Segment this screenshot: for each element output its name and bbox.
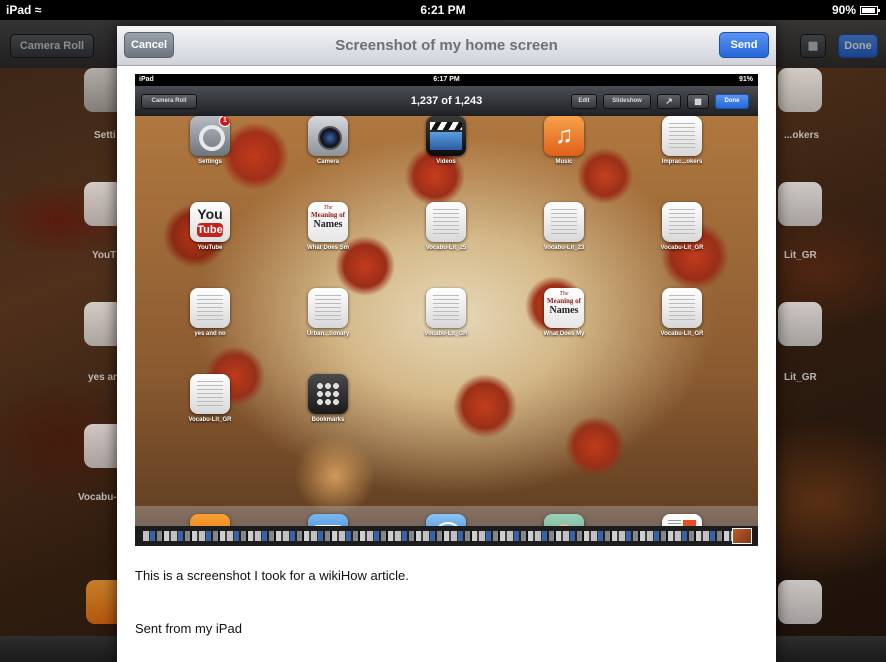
youtube-logo-tube: Tube <box>197 223 223 237</box>
send-button[interactable]: Send <box>719 32 769 58</box>
app-document: Vocabu-Lit_GR <box>423 288 469 337</box>
attachment-edit-button: Edit <box>571 94 597 109</box>
names-logo-line: Meaning of <box>310 211 346 219</box>
message-signature[interactable]: Sent from my iPad <box>135 621 242 636</box>
app-label: What Does My <box>543 331 585 337</box>
compose-subject-title: Screenshot of my home screen <box>335 37 558 54</box>
notification-badge: 1 <box>219 116 230 127</box>
document-icon <box>308 288 348 328</box>
app-label: yes and no <box>194 331 226 337</box>
attachment-done-button: Done <box>715 94 749 109</box>
app-videos: Videos <box>423 116 469 165</box>
document-icon <box>662 116 702 156</box>
attachment-battery: 91% <box>738 76 753 83</box>
app-label: Vocabu-Lit_GR <box>660 245 704 251</box>
app-document: Urban...tionary <box>305 288 351 337</box>
document-icon <box>544 202 584 242</box>
attached-screenshot[interactable]: iPad 6:17 PM 91% Camera Roll 1,237 of 1,… <box>135 74 758 546</box>
background-label: Lit_GR <box>784 250 817 261</box>
app-label: Camera <box>316 159 339 165</box>
youtube-logo-text: You <box>197 206 223 222</box>
attachment-share-icon: ↗ <box>657 94 681 109</box>
background-label: Vocabu- <box>78 492 117 503</box>
background-label: yes an <box>88 372 120 383</box>
background-label: Lit_GR <box>784 372 817 383</box>
app-document: Vocabu-Lit_23 <box>541 202 587 251</box>
youtube-icon: You Tube <box>190 202 230 242</box>
attachment-status-bar: iPad 6:17 PM 91% <box>135 74 758 86</box>
document-icon <box>662 202 702 242</box>
document-icon <box>190 288 230 328</box>
app-label: Vocabu-Lit_25 <box>425 245 467 251</box>
app-document: yes and no <box>187 288 233 337</box>
app-label: YouTube <box>197 245 223 251</box>
status-time: 6:21 PM <box>420 3 466 17</box>
battery-icon <box>860 5 880 15</box>
app-label: Vocabu-Lit_GR <box>424 331 468 337</box>
app-meaning-of-names: The Meaning of Names What Does Sm <box>305 202 351 251</box>
document-icon <box>426 202 466 242</box>
app-document: Vocabu-Lit_GR <box>659 202 705 251</box>
names-logo-line: Meaning of <box>546 297 582 305</box>
attachment-trash-icon: ▩ <box>687 94 709 109</box>
app-youtube: You Tube YouTube <box>187 202 233 251</box>
pizza-wallpaper: 1 Settings Camera Videos ♫ Music Imprac.… <box>135 116 758 546</box>
app-label: Vocabu-Lit_GR <box>188 417 232 423</box>
battery-percent: 90% <box>831 3 856 17</box>
attachment-filmstrip <box>135 526 758 546</box>
app-label: Videos <box>436 159 456 165</box>
app-label: Settings <box>198 159 222 165</box>
bookmarks-folder-icon <box>308 374 348 414</box>
app-label: Bookmarks <box>311 417 345 423</box>
app-camera: Camera <box>305 116 351 165</box>
background-document-icon <box>778 302 822 346</box>
app-document: Vocabu-Lit_25 <box>423 202 469 251</box>
app-document: Imprac...okers <box>659 116 705 165</box>
app-document: Vocabu-Lit_GR <box>187 374 233 423</box>
filmstrip-thumbnails <box>143 531 733 541</box>
compose-nav-bar: Cancel Screenshot of my home screen Send <box>117 26 776 66</box>
app-label: What Does Sm <box>306 245 349 251</box>
attachment-nav-bar: Camera Roll 1,237 of 1,243 Edit Slidesho… <box>135 86 758 116</box>
filmstrip-current-thumbnail <box>732 528 752 544</box>
app-meaning-of-names: The Meaning of Names What Does My <box>541 288 587 337</box>
app-label: Vocabu-Lit_23 <box>543 245 585 251</box>
meaning-of-names-icon: The Meaning of Names <box>544 288 584 328</box>
background-document-icon <box>778 68 822 112</box>
names-logo-line: Names <box>313 219 343 230</box>
background-label: Setti <box>94 130 116 141</box>
settings-icon: 1 <box>190 116 230 156</box>
names-logo-line: Names <box>549 305 579 316</box>
background-label: ...okers <box>784 130 820 141</box>
videos-icon <box>426 116 466 156</box>
attachment-slideshow-button: Slideshow <box>603 94 651 109</box>
status-battery: 90% <box>831 3 880 17</box>
mail-compose-sheet: Cancel Screenshot of my home screen Send… <box>117 26 776 662</box>
document-icon <box>426 288 466 328</box>
background-label: YouT <box>92 250 117 261</box>
camera-icon <box>308 116 348 156</box>
attachment-time: 6:17 PM <box>433 76 460 83</box>
background-document-icon <box>778 580 822 624</box>
status-bar: iPad ≈ 6:21 PM 90% <box>0 0 886 20</box>
document-icon <box>662 288 702 328</box>
document-icon <box>190 374 230 414</box>
app-music: ♫ Music <box>541 116 587 165</box>
message-body-line[interactable]: This is a screenshot I took for a wikiHo… <box>135 568 409 583</box>
music-icon: ♫ <box>544 116 584 156</box>
app-label: Imprac...okers <box>661 159 703 165</box>
app-label: Music <box>555 159 573 165</box>
meaning-of-names-icon: The Meaning of Names <box>308 202 348 242</box>
app-bookmarks-folder: Bookmarks <box>305 374 351 423</box>
ipad-screen: Camera Roll ▩ Done Setti YouT yes an Voc… <box>0 0 886 662</box>
app-document: Vocabu-Lit_GR <box>659 288 705 337</box>
app-label: Urban...tionary <box>306 331 350 337</box>
app-label: Vocabu-Lit_GR <box>660 331 704 337</box>
background-document-icon <box>778 182 822 226</box>
app-settings: 1 Settings <box>187 116 233 165</box>
